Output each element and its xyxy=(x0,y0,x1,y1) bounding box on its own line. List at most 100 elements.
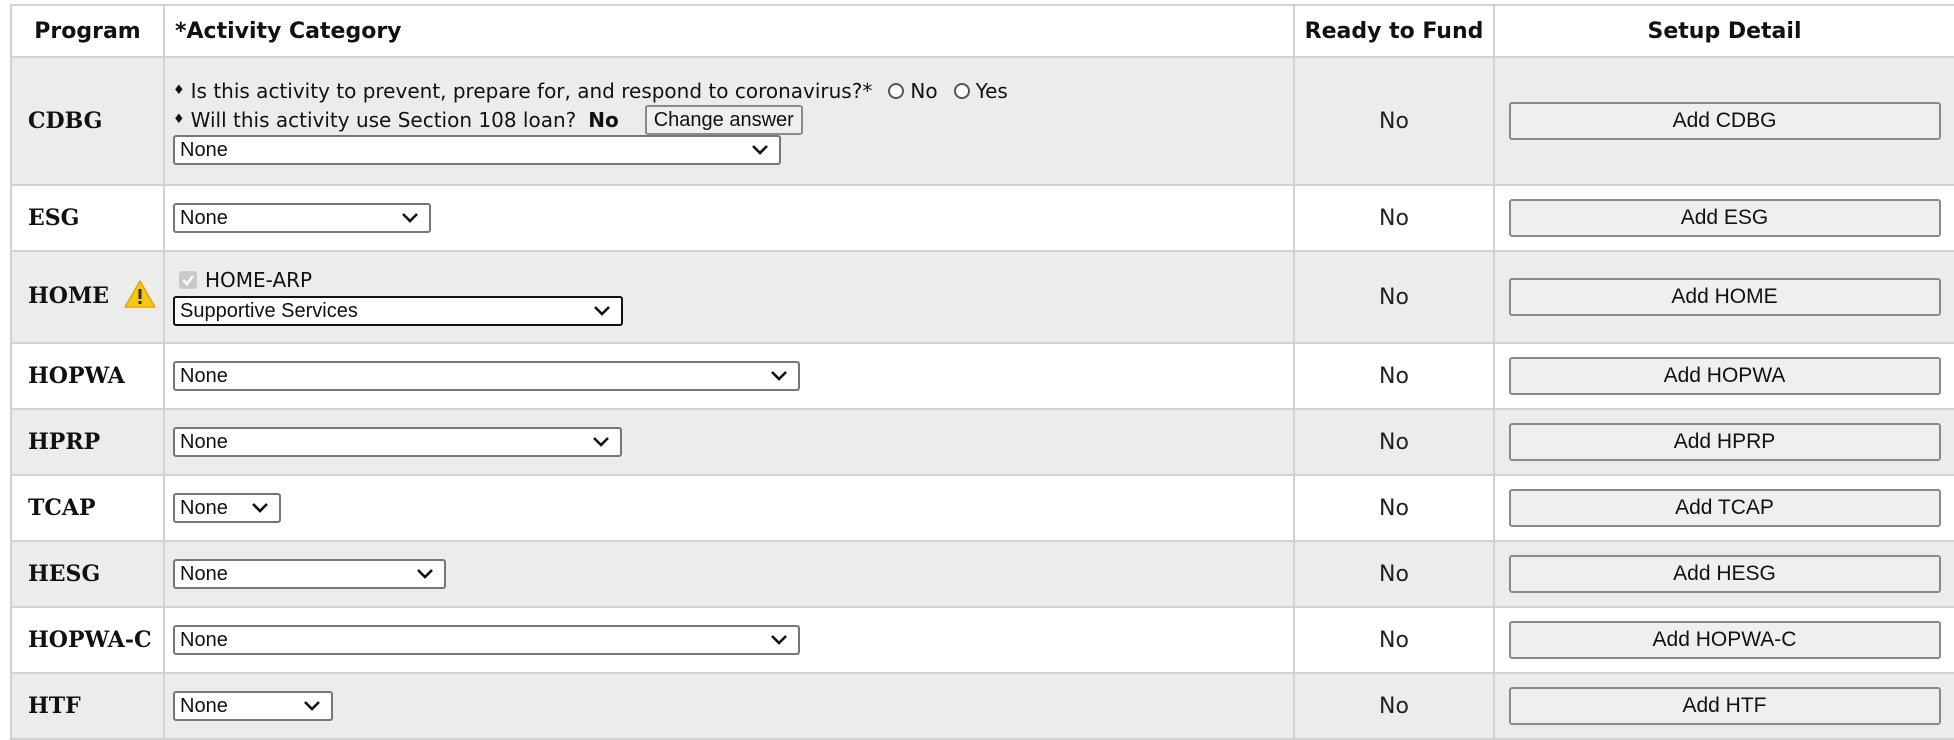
ready-to-fund-tcap: No xyxy=(1293,474,1495,542)
ready-to-fund-home: No xyxy=(1293,250,1495,344)
add-hprp-button[interactable]: Add HPRP xyxy=(1508,423,1941,461)
activity-category-select-home[interactable]: Supportive Services xyxy=(173,296,623,326)
setup-detail-cell-htf: Add HTF xyxy=(1493,672,1954,740)
ready-to-fund-cdbg: No xyxy=(1293,56,1495,186)
ready-to-fund-hprp: No xyxy=(1293,408,1495,476)
program-name-tcap: TCAP xyxy=(10,474,165,542)
table-row-hopwa-c: HOPWA-C None No Add HOPWA-C xyxy=(10,606,1954,674)
ready-to-fund-esg: No xyxy=(1293,184,1495,252)
ready-to-fund-hesg: No xyxy=(1293,540,1495,608)
ready-to-fund-column-header: Ready to Fund xyxy=(1293,4,1495,58)
program-name-home: HOME xyxy=(28,283,110,309)
setup-detail-cell-cdbg: Add CDBG xyxy=(1493,56,1954,186)
program-name-hprp: HPRP xyxy=(10,408,165,476)
activity-category-select-esg[interactable]: None xyxy=(173,203,431,233)
activity-category-select-value: None xyxy=(180,206,228,229)
add-htf-button[interactable]: Add HTF xyxy=(1508,687,1941,725)
activity-category-cell-tcap: None xyxy=(163,474,1295,542)
program-name-cell-home: HOME xyxy=(10,250,165,344)
add-home-button[interactable]: Add HOME xyxy=(1508,278,1941,316)
activity-category-cell-home: HOME-ARP Supportive Services xyxy=(163,250,1295,344)
coronavirus-no-radio[interactable] xyxy=(888,83,905,99)
activity-category-select-hopwa-c[interactable]: None xyxy=(173,625,800,655)
activity-category-cell-hopwa-c: None xyxy=(163,606,1295,674)
activity-category-select-hprp[interactable]: None xyxy=(173,427,622,457)
setup-detail-cell-esg: Add ESG xyxy=(1493,184,1954,252)
activity-category-select-value: None xyxy=(180,496,228,519)
setup-detail-cell-hprp: Add HPRP xyxy=(1493,408,1954,476)
diamond-bullet-icon: ♦ xyxy=(173,83,185,98)
table-row-htf: HTF None No Add HTF xyxy=(10,672,1954,740)
table-row-tcap: TCAP None No Add TCAP xyxy=(10,474,1954,542)
setup-detail-cell-tcap: Add TCAP xyxy=(1493,474,1954,542)
ready-to-fund-htf: No xyxy=(1293,672,1495,740)
activity-category-select-value: None xyxy=(180,138,228,161)
add-cdbg-button[interactable]: Add CDBG xyxy=(1508,102,1941,140)
setup-detail-cell-hopwa-c: Add HOPWA-C xyxy=(1493,606,1954,674)
section-108-answer: No xyxy=(588,108,619,132)
program-name-cdbg: CDBG xyxy=(10,56,165,186)
section-108-question-text: Will this activity use Section 108 loan? xyxy=(190,108,577,132)
add-tcap-button[interactable]: Add TCAP xyxy=(1508,489,1941,527)
program-name-esg: ESG xyxy=(10,184,165,252)
chevron-down-icon xyxy=(304,701,320,711)
ready-to-fund-hopwa-c: No xyxy=(1293,606,1495,674)
table-row-home: HOME HOME-ARP Supportive Services No Add… xyxy=(10,250,1954,344)
activity-category-select-value: None xyxy=(180,628,228,651)
activity-category-select-hesg[interactable]: None xyxy=(173,559,446,589)
chevron-down-icon xyxy=(594,306,610,316)
program-name-htf: HTF xyxy=(10,672,165,740)
activity-category-cell-hesg: None xyxy=(163,540,1295,608)
program-activity-table: Program *Activity Category Ready to Fund… xyxy=(10,4,1954,740)
chevron-down-icon xyxy=(771,635,787,645)
setup-detail-cell-hesg: Add HESG xyxy=(1493,540,1954,608)
activity-category-select-value: None xyxy=(180,364,228,387)
add-hopwa-c-button[interactable]: Add HOPWA-C xyxy=(1508,621,1941,659)
program-name-hesg: HESG xyxy=(10,540,165,608)
coronavirus-question-text: Is this activity to prevent, prepare for… xyxy=(190,79,873,103)
warning-icon xyxy=(123,279,157,315)
setup-detail-cell-hopwa: Add HOPWA xyxy=(1493,342,1954,410)
activity-category-select-cdbg[interactable]: None xyxy=(173,135,781,165)
coronavirus-question: ♦ Is this activity to prevent, prepare f… xyxy=(173,77,1293,105)
table-row-hprp: HPRP None No Add HPRP xyxy=(10,408,1954,476)
activity-category-select-value: None xyxy=(180,694,228,717)
activity-category-cell-hprp: None xyxy=(163,408,1295,476)
chevron-down-icon xyxy=(417,569,433,579)
activity-category-select-htf[interactable]: None xyxy=(173,691,333,721)
table-row-cdbg: CDBG ♦ Is this activity to prevent, prep… xyxy=(10,56,1954,186)
setup-detail-column-header: Setup Detail xyxy=(1493,4,1954,58)
activity-category-select-value: None xyxy=(180,562,228,585)
add-esg-button[interactable]: Add ESG xyxy=(1508,199,1941,237)
table-row-hesg: HESG None No Add HESG xyxy=(10,540,1954,608)
add-hesg-button[interactable]: Add HESG xyxy=(1508,555,1941,593)
table-header-row: Program *Activity Category Ready to Fund… xyxy=(10,4,1954,58)
home-arp-checkbox[interactable] xyxy=(179,271,197,289)
section-108-question: ♦ Will this activity use Section 108 loa… xyxy=(173,105,1293,135)
chevron-down-icon xyxy=(771,371,787,381)
program-column-header: Program xyxy=(10,4,165,58)
chevron-down-icon xyxy=(252,503,268,513)
activity-category-cell-hopwa: None xyxy=(163,342,1295,410)
coronavirus-yes-radio[interactable] xyxy=(953,83,970,99)
setup-detail-cell-home: Add HOME xyxy=(1493,250,1954,344)
chevron-down-icon xyxy=(402,213,418,223)
activity-category-select-hopwa[interactable]: None xyxy=(173,361,800,391)
activity-category-column-header: *Activity Category xyxy=(163,4,1295,58)
diamond-bullet-icon: ♦ xyxy=(173,112,185,127)
activity-category-select-value: None xyxy=(180,430,228,453)
activity-category-cell-esg: None xyxy=(163,184,1295,252)
add-hopwa-button[interactable]: Add HOPWA xyxy=(1508,357,1941,395)
activity-category-cell-htf: None xyxy=(163,672,1295,740)
activity-category-select-tcap[interactable]: None xyxy=(173,493,281,523)
home-arp-label: HOME-ARP xyxy=(205,268,313,292)
chevron-down-icon xyxy=(752,145,768,155)
chevron-down-icon xyxy=(593,437,609,447)
table-row-esg: ESG None No Add ESG xyxy=(10,184,1954,252)
coronavirus-yes-label[interactable]: Yes xyxy=(976,77,1008,105)
change-answer-button[interactable]: Change answer xyxy=(644,105,803,135)
home-arp-option: HOME-ARP xyxy=(173,268,1293,292)
coronavirus-no-label[interactable]: No xyxy=(910,77,937,105)
program-name-hopwa: HOPWA xyxy=(10,342,165,410)
activity-category-select-value: Supportive Services xyxy=(180,299,358,322)
